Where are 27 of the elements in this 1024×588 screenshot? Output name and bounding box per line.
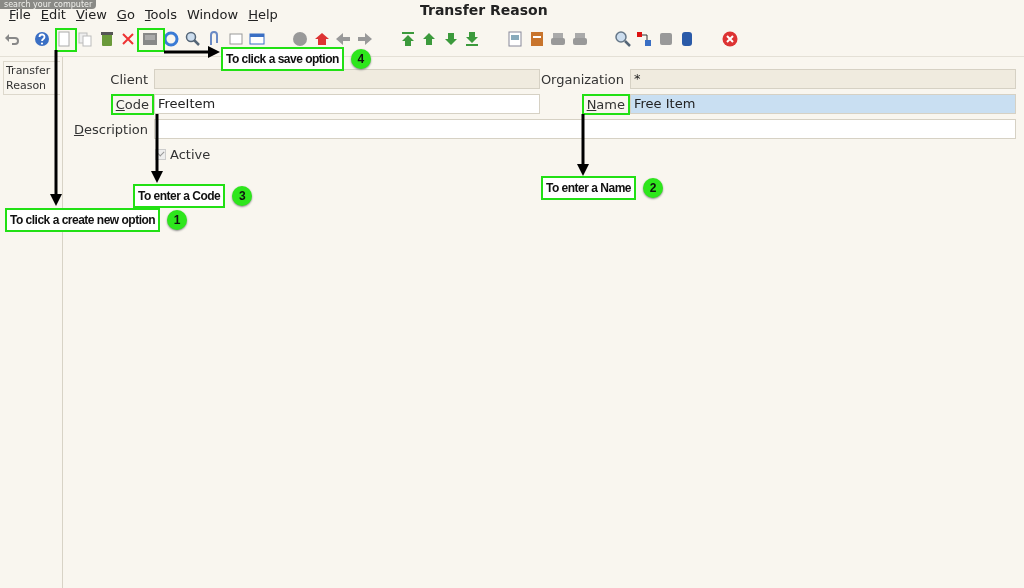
step-number: 4: [350, 49, 371, 69]
code-field[interactable]: FreeItem: [154, 94, 540, 114]
window-title: Transfer Reason: [420, 2, 548, 19]
step-number: 3: [232, 186, 253, 206]
menu-item[interactable]: Edit: [40, 9, 66, 21]
menu-item[interactable]: Help: [248, 9, 278, 21]
menu-item[interactable]: View: [75, 9, 107, 21]
field-label: Client: [110, 71, 148, 87]
field-label: Name: [581, 93, 630, 115]
field-label: Code: [110, 93, 154, 115]
sidebar-tab[interactable]: Transfer Reason: [3, 61, 60, 95]
menu-item[interactable]: File: [9, 9, 31, 21]
menu-item[interactable]: Go: [116, 9, 135, 21]
step-number: 1: [167, 210, 188, 230]
step-number: 2: [643, 178, 663, 198]
organization-field[interactable]: *: [630, 69, 1016, 89]
menu-item[interactable]: Tools: [144, 9, 177, 21]
callout: To click a save option: [221, 47, 344, 71]
checkbox-label: Active: [170, 146, 211, 162]
callout: To enter a Name: [541, 176, 636, 200]
callout: To click a create new option: [5, 208, 161, 232]
tooltip: search your computer: [0, 0, 97, 9]
field-label: Organization: [540, 71, 624, 87]
callout: To enter a Code: [133, 184, 226, 208]
name-field[interactable]: Free Item: [630, 94, 1016, 114]
field-label: Description: [73, 121, 148, 137]
menu-item[interactable]: Window: [186, 9, 239, 21]
